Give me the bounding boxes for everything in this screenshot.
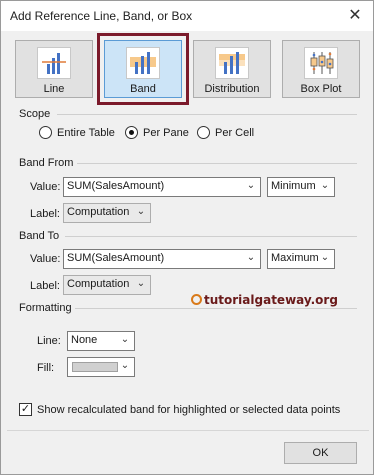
band-to-divider: [65, 236, 357, 237]
band-to-label-select[interactable]: Computation ⌄: [63, 275, 151, 295]
recalculated-band-checkbox[interactable]: ✓: [19, 403, 32, 416]
line-style-select[interactable]: None ⌄: [67, 331, 135, 351]
band-to-value-text: SUM(SalesAmount): [67, 252, 165, 264]
band-from-value-select[interactable]: SUM(SalesAmount) ⌄: [63, 177, 261, 197]
watermark: tutorialgateway.org: [191, 293, 338, 307]
checkmark-icon: ✓: [20, 403, 31, 415]
scope-heading: Scope: [19, 108, 51, 120]
band-from-label-label: Label:: [30, 208, 60, 220]
watermark-text: tutorialgateway.org: [204, 293, 338, 307]
distribution-type-button[interactable]: Distribution: [193, 40, 271, 98]
chevron-down-icon: ⌄: [320, 252, 330, 263]
ok-button[interactable]: OK: [284, 442, 357, 464]
band-from-heading: Band From: [19, 157, 74, 169]
band-to-heading: Band To: [19, 230, 60, 242]
scope-per-pane-radio[interactable]: Per Pane: [125, 126, 189, 139]
band-from-label-text: Computation: [67, 206, 130, 218]
band-from-aggregation-text: Minimum: [271, 180, 316, 192]
chevron-down-icon: ⌄: [120, 334, 130, 345]
formatting-divider: [75, 308, 357, 309]
add-reference-dialog: Add Reference Line, Band, or Box ✕ Line: [0, 0, 374, 475]
chevron-down-icon: ⌄: [136, 278, 146, 289]
reference-band-icon: [126, 47, 160, 79]
band-to-aggregation-text: Maximum: [271, 252, 319, 264]
footer-divider: [7, 430, 369, 431]
line-format-label: Line:: [37, 335, 61, 347]
chevron-down-icon: ⌄: [320, 180, 330, 191]
band-type-button[interactable]: Band: [104, 40, 182, 98]
recalculated-band-label: Show recalculated band for highlighted o…: [37, 404, 341, 416]
band-to-label-label: Label:: [30, 280, 60, 292]
close-icon: ✕: [348, 7, 362, 24]
band-from-value-label: Value:: [30, 181, 61, 193]
radio-dot: [39, 126, 52, 139]
scope-entire-table-radio[interactable]: Entire Table: [39, 126, 115, 139]
scope-per-pane-label: Per Pane: [143, 126, 189, 139]
band-from-divider: [77, 163, 357, 164]
band-from-label-select[interactable]: Computation ⌄: [63, 203, 151, 223]
radio-dot-selected: [125, 126, 138, 139]
box-plot-icon: [304, 47, 338, 79]
chevron-down-icon: ⌄: [246, 180, 256, 191]
band-to-value-label: Value:: [30, 253, 61, 265]
scope-per-cell-label: Per Cell: [215, 126, 255, 139]
line-type-label: Line: [43, 83, 65, 95]
scope-divider: [57, 114, 357, 115]
line-style-text: None: [71, 334, 98, 346]
close-button[interactable]: ✕: [343, 4, 367, 26]
fill-color-swatch: [72, 362, 118, 372]
scope-entire-table-label: Entire Table: [57, 126, 115, 139]
band-to-value-select[interactable]: SUM(SalesAmount) ⌄: [63, 249, 261, 269]
chevron-down-icon: ⌄: [120, 360, 130, 371]
box-plot-type-label: Box Plot: [300, 83, 342, 95]
window-title: Add Reference Line, Band, or Box: [10, 9, 193, 23]
chevron-down-icon: ⌄: [136, 206, 146, 217]
distribution-icon: [215, 47, 249, 79]
distribution-type-label: Distribution: [204, 83, 260, 95]
reference-line-icon: [37, 47, 71, 79]
watermark-logo-icon: [191, 294, 202, 305]
chevron-down-icon: ⌄: [246, 252, 256, 263]
title-bar: Add Reference Line, Band, or Box ✕: [1, 1, 373, 31]
band-from-aggregation-select[interactable]: Minimum ⌄: [267, 177, 335, 197]
scope-per-cell-radio[interactable]: Per Cell: [197, 126, 254, 139]
band-type-label: Band: [130, 83, 156, 95]
fill-color-select[interactable]: ⌄: [67, 357, 135, 377]
formatting-heading: Formatting: [19, 302, 72, 314]
band-from-value-text: SUM(SalesAmount): [67, 180, 165, 192]
band-to-aggregation-select[interactable]: Maximum ⌄: [267, 249, 335, 269]
radio-dot: [197, 126, 210, 139]
box-plot-type-button[interactable]: Box Plot: [282, 40, 360, 98]
line-type-button[interactable]: Line: [15, 40, 93, 98]
fill-format-label: Fill:: [37, 362, 55, 374]
band-to-label-text: Computation: [67, 278, 130, 290]
